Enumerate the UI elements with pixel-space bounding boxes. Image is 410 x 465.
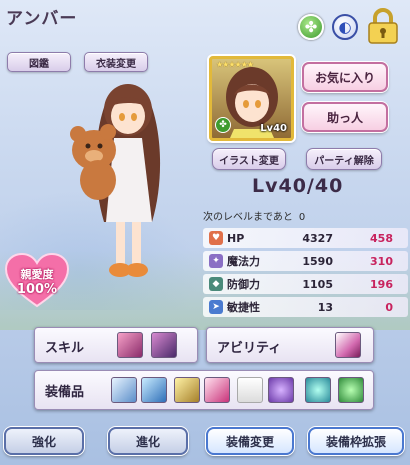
illust-change-button[interactable]: イラスト変更 (212, 148, 286, 170)
equip-slot-8[interactable] (338, 377, 364, 403)
stat-base: 4327 (302, 231, 333, 245)
equip-slot-3[interactable] (174, 377, 200, 403)
character-portrait[interactable]: ★★★★★★ ✤ Lv40 (209, 56, 294, 141)
equip-slot-6[interactable] (268, 377, 294, 403)
character-detail-screen: アンバー 図鑑 衣装変更 ✤ ◐ 親愛度 100% ★★★★★★ ✤ Lv40 … (0, 0, 410, 465)
lock-icon[interactable] (366, 8, 400, 44)
ability-title: アビリティ (217, 341, 282, 356)
equip-slot-4[interactable] (204, 377, 230, 403)
equip-slot-5-empty[interactable] (237, 377, 263, 403)
equip-slot-2[interactable] (141, 377, 167, 403)
helper-button[interactable]: 助っ人 (302, 102, 388, 132)
stat-label: 魔法力 (227, 255, 260, 268)
skill-slot-1[interactable] (117, 332, 143, 358)
equip-change-button[interactable]: 装備変更 (206, 427, 294, 455)
stat-base: 13 (317, 300, 333, 314)
water-element-icon: ◐ (332, 14, 358, 40)
stat-bonus: 310 (370, 254, 393, 268)
portrait-level: Lv40 (260, 123, 287, 134)
equip-slot-1[interactable] (111, 377, 137, 403)
equip-expand-button[interactable]: 装備枠拡張 (308, 427, 404, 455)
next-level-value: 0 (298, 212, 306, 223)
level-text: Lv40/40 (252, 175, 344, 197)
equipment-title: 装備品 (45, 385, 85, 400)
stat-bonus: 196 (370, 277, 393, 291)
clover-element-icon: ✤ (298, 14, 324, 40)
skill-title: スキル (45, 341, 85, 356)
stat-row-magic: ✦ 魔法力 1590 310 (203, 251, 408, 271)
party-release-button[interactable]: パーティ解除 (306, 148, 382, 170)
equipment-panel[interactable]: 装備品 (34, 370, 374, 410)
ability-slot-1[interactable] (335, 332, 361, 358)
shield-icon: ◆ (209, 277, 223, 291)
character-illustration (70, 84, 161, 277)
character-name: アンバー (6, 9, 78, 29)
magic-icon: ✦ (209, 254, 223, 268)
costume-change-button[interactable]: 衣装変更 (84, 52, 148, 72)
equip-slot-7[interactable] (305, 377, 331, 403)
favorite-button[interactable]: お気に入り (302, 62, 388, 92)
next-level-label: 次のレベルまであと (203, 212, 293, 223)
affection-label: 親愛度 (20, 268, 54, 281)
stat-label: 敏捷性 (227, 301, 260, 314)
evolve-button[interactable]: 進化 (108, 427, 188, 455)
stat-label: 防御力 (227, 278, 260, 291)
stats-table: ♥ HP 4327 458 ✦ 魔法力 1590 310 ◆ 防御力 1105 … (203, 228, 408, 320)
rarity-stars: ★★★★★★ (216, 60, 254, 69)
stat-row-agility: ➤ 敏捷性 13 0 (203, 297, 408, 317)
heart-icon: ♥ (209, 231, 223, 245)
skill-slot-2[interactable] (151, 332, 177, 358)
skill-panel[interactable]: スキル (34, 327, 198, 363)
stat-base: 1105 (302, 277, 333, 291)
stat-bonus: 458 (370, 231, 393, 245)
stat-row-hp: ♥ HP 4327 458 (203, 228, 408, 248)
affection-badge: 親愛度 100% (4, 252, 70, 310)
next-level-row: 次のレベルまであと 0 (203, 208, 305, 223)
stat-row-defense: ◆ 防御力 1105 196 (203, 274, 408, 294)
stat-base: 1590 (302, 254, 333, 268)
zukan-button[interactable]: 図鑑 (7, 52, 71, 72)
stat-bonus: 0 (385, 300, 393, 314)
ability-panel[interactable]: アビリティ (206, 327, 374, 363)
portrait-element-icon: ✤ (215, 117, 231, 133)
stat-label: HP (227, 231, 245, 245)
enhance-button[interactable]: 強化 (4, 427, 84, 455)
affection-value: 100% (16, 282, 58, 297)
agility-icon: ➤ (209, 300, 223, 314)
